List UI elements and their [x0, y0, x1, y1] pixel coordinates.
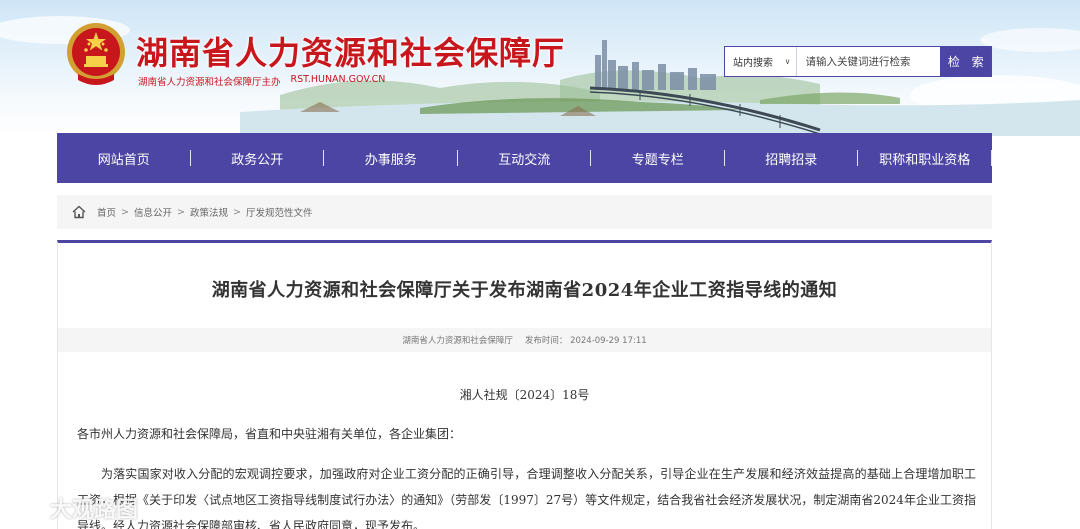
breadcrumb-separator: >	[121, 206, 129, 218]
sponsor-text: 湖南省人力资源和社会保障厅主办	[138, 77, 281, 88]
search-box: 站内搜索 ∨ 检 索	[724, 46, 992, 77]
breadcrumb-info-disclosure[interactable]: 信息公开	[134, 205, 172, 219]
search-button[interactable]: 检 索	[940, 47, 991, 76]
search-input[interactable]	[797, 47, 941, 76]
watermark-logo-icon	[8, 500, 46, 516]
breadcrumb-home[interactable]: 首页	[97, 205, 116, 219]
breadcrumb-normative-docs[interactable]: 厅发规范性文件	[246, 205, 313, 219]
nav-item-special-topics[interactable]: 专题专栏	[591, 133, 725, 183]
header-banner: 湖南省人力资源和社会保障厅 湖南省人力资源和社会保障厅主办 RST.HUNAN.…	[0, 0, 1080, 136]
article-meta: 湖南省人力资源和社会保障厅 发布时间： 2024-09-29 17:11	[58, 328, 991, 352]
breadcrumb-separator: >	[177, 206, 185, 218]
site-subtitle: 湖南省人力资源和社会保障厅主办 RST.HUNAN.GOV.CN	[138, 74, 385, 88]
site-domain: RST.HUNAN.GOV.CN	[290, 74, 386, 85]
article-paragraph: 为落实国家对收入分配的宏观调控要求，加强政府对企业工资分配的正确引导，合理调整收…	[77, 467, 976, 529]
publish-time-value: 2024-09-29 17:11	[570, 336, 647, 346]
search-scope-label: 站内搜索	[733, 58, 773, 69]
article-source: 湖南省人力资源和社会保障厅	[402, 336, 513, 346]
chevron-down-icon: ∨	[784, 57, 791, 66]
addressee: 各市州人力资源和社会保障局，省直和中央驻湘有关单位，各企业集团：	[77, 427, 462, 441]
article-title: 湖南省人力资源和社会保障厅关于发布湖南省2024年企业工资指导线的通知	[211, 280, 838, 301]
breadcrumb-policies[interactable]: 政策法规	[190, 205, 228, 219]
breadcrumb-separator: >	[232, 206, 241, 218]
publish-time: 发布时间： 2024-09-29 17:11	[525, 334, 647, 346]
document-number: 湘人社规〔2024〕18号	[459, 388, 590, 402]
home-icon[interactable]	[71, 204, 87, 220]
nav-item-services[interactable]: 办事服务	[324, 133, 458, 183]
national-emblem-icon	[67, 23, 125, 85]
breadcrumb: 首页 > 信息公开 > 政策法规 > 厅发规范性文件	[57, 195, 992, 229]
search-scope-select[interactable]: 站内搜索 ∨	[725, 47, 798, 76]
site-title: 湖南省人力资源和社会保障厅	[136, 34, 566, 72]
nav-item-home[interactable]: 网站首页	[57, 133, 191, 183]
nav-item-professional-titles[interactable]: 职称和职业资格	[858, 133, 992, 183]
article-panel: 湖南省人力资源和社会保障厅关于发布湖南省2024年企业工资指导线的通知 湖南省人…	[57, 240, 992, 529]
nav-item-interaction[interactable]: 互动交流	[458, 133, 592, 183]
nav-item-government-affairs[interactable]: 政务公开	[191, 133, 325, 183]
main-nav: 网站首页 政务公开 办事服务 互动交流 专题专栏 招聘招录 职称和职业资格	[57, 133, 992, 183]
publish-time-label: 发布时间：	[524, 336, 568, 346]
watermark-text: 大观路图	[50, 498, 139, 523]
watermark: 大观路图	[6, 492, 138, 524]
nav-item-recruitment[interactable]: 招聘招录	[725, 133, 859, 183]
